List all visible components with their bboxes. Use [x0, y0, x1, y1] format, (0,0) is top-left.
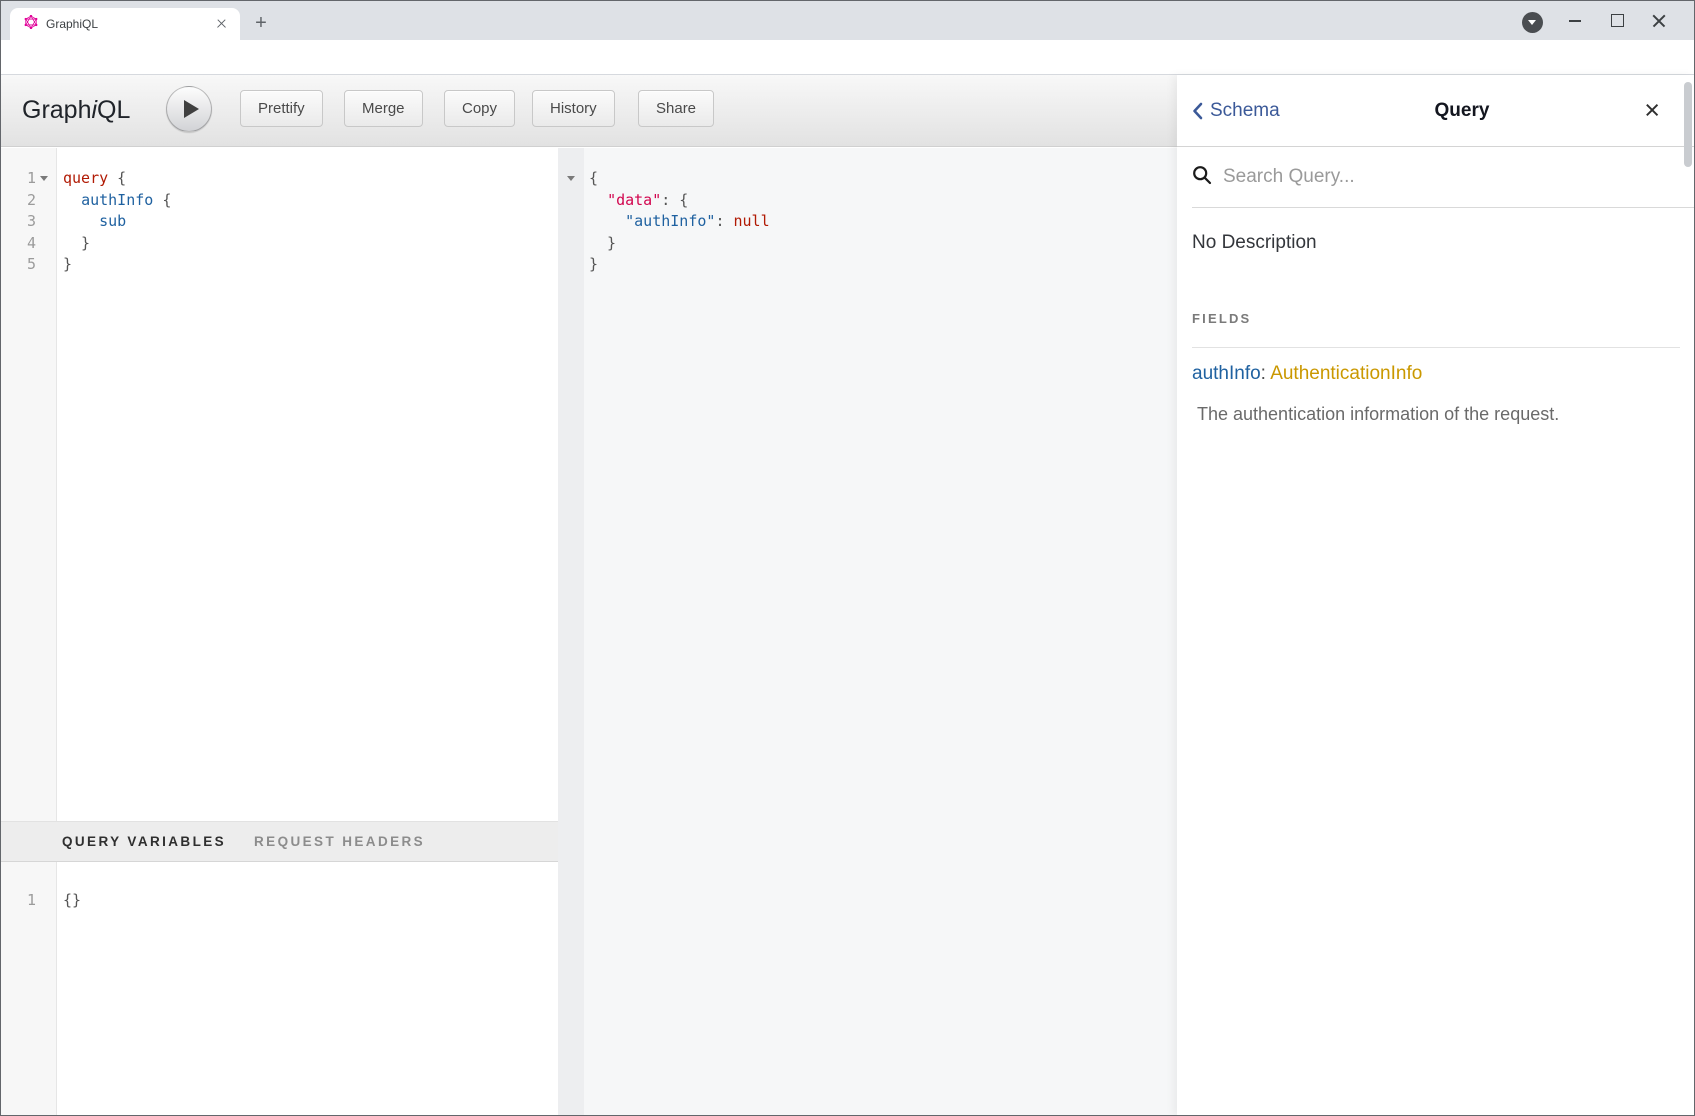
chevron-left-icon [1192, 102, 1203, 120]
graphiql-logo: GraphiQL [22, 75, 130, 146]
fields-section-label: FIELDS [1192, 311, 1680, 326]
graphql-favicon-icon [24, 15, 38, 34]
pane-divider[interactable] [558, 148, 584, 1116]
new-tab-button[interactable]: + [248, 11, 274, 37]
tab-strip: GraphiQL + [0, 0, 1695, 40]
doc-close-icon[interactable]: × [1644, 97, 1660, 124]
doc-search-row [1192, 147, 1695, 208]
doc-back-link[interactable]: Schema [1192, 100, 1280, 122]
type-description: No Description [1192, 232, 1680, 254]
merge-button[interactable]: Merge [344, 90, 423, 127]
history-button[interactable]: History [532, 90, 615, 127]
query-editor[interactable]: 12345 query { authInfo { sub }} [0, 148, 558, 821]
doc-search-input[interactable] [1223, 166, 1553, 188]
copy-button[interactable]: Copy [444, 90, 515, 127]
fold-arrow-icon[interactable] [36, 168, 52, 190]
tab-request-headers[interactable]: REQUEST HEADERS [254, 834, 425, 849]
window-maximize-button[interactable] [1601, 6, 1633, 34]
tab-query-variables[interactable]: QUERY VARIABLES [62, 834, 226, 849]
browser-window: GraphiQL + localhost:3000/graphql [0, 0, 1695, 1116]
prettify-button[interactable]: Prettify [240, 90, 323, 127]
query-editor-gutter: 12345 [0, 148, 57, 821]
tab-title: GraphiQL [46, 17, 214, 31]
share-button[interactable]: Share [638, 90, 714, 127]
variables-editor-code[interactable]: {} [58, 862, 558, 1116]
execute-query-button[interactable] [166, 86, 212, 132]
type-name-link[interactable]: AuthenticationInfo [1270, 363, 1422, 384]
doc-explorer-header: Schema Query × [1177, 75, 1695, 147]
variable-editor-title-bar: QUERY VARIABLES REQUEST HEADERS [0, 821, 558, 862]
field-description: The authentication information of the re… [1192, 404, 1680, 425]
graphiql-toolbar: GraphiQL Prettify Merge Copy History Sha… [0, 75, 1177, 147]
browser-tab[interactable]: GraphiQL [10, 8, 240, 40]
variables-editor-gutter: 1 [0, 862, 57, 1116]
fields-divider [1192, 347, 1680, 348]
window-close-button[interactable] [1643, 6, 1675, 34]
doc-panel-title: Query [1280, 100, 1645, 122]
doc-explorer-panel: Schema Query × No Description FIELDS aut… [1177, 75, 1695, 1116]
docs-scrollbar-thumb[interactable] [1684, 82, 1692, 167]
tab-close-icon[interactable] [214, 16, 230, 32]
fold-arrow-icon[interactable] [558, 168, 584, 190]
search-icon [1192, 165, 1212, 190]
address-bar: localhost:3000/graphql ☆ P [0, 40, 1695, 75]
field-item: authInfo: AuthenticationInfo [1192, 363, 1680, 385]
tab-search-button[interactable] [1522, 12, 1543, 33]
doc-explorer-content: No Description FIELDS authInfo: Authenti… [1177, 232, 1695, 425]
doc-back-label: Schema [1210, 100, 1280, 122]
query-editor-code[interactable]: query { authInfo { sub }} [58, 148, 558, 821]
result-viewer: { "data": { "authInfo": null }} [558, 148, 1177, 1116]
query-variables-editor[interactable]: 1 {} [0, 862, 558, 1116]
field-name-link[interactable]: authInfo [1192, 363, 1261, 384]
field-separator: : [1261, 363, 1271, 384]
result-json: { "data": { "authInfo": null }} [584, 148, 1177, 276]
window-minimize-button[interactable] [1559, 6, 1591, 34]
